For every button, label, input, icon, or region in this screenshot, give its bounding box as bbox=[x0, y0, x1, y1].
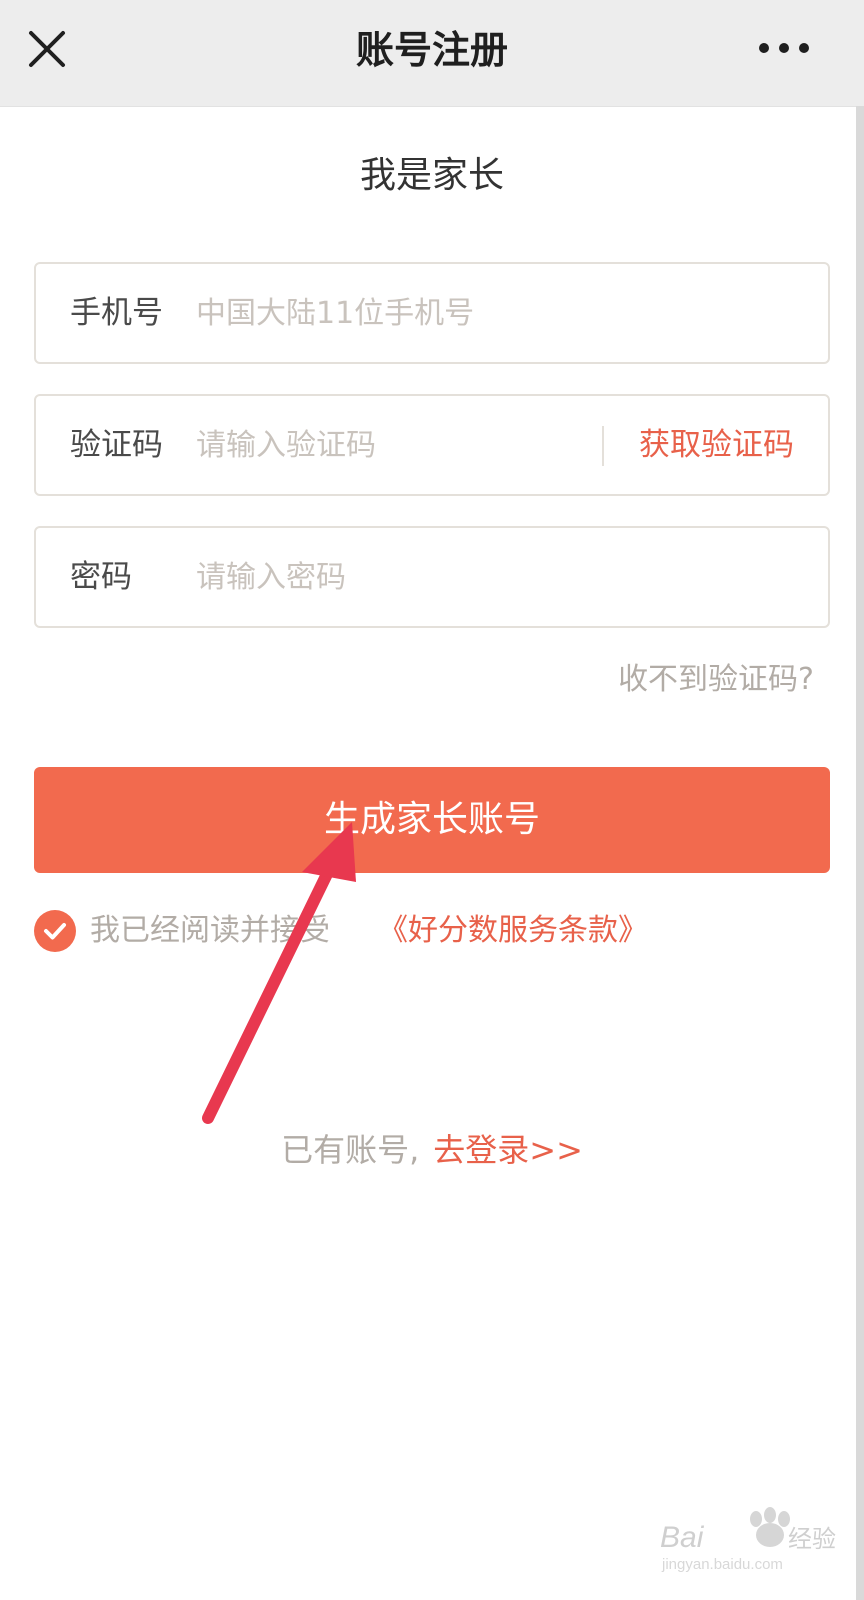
svg-text:Bai: Bai bbox=[660, 1521, 705, 1554]
top-navigation-bar: 账号注册 bbox=[0, 0, 864, 107]
page-title: 账号注册 bbox=[355, 28, 508, 72]
password-input[interactable] bbox=[196, 548, 796, 606]
create-parent-account-button[interactable]: 生成家长账号 bbox=[34, 767, 830, 873]
phone-field: 手机号 bbox=[34, 262, 830, 364]
agreement-checkbox[interactable] bbox=[34, 910, 76, 952]
field-divider bbox=[602, 426, 604, 466]
password-label: 密码 bbox=[70, 559, 132, 595]
login-prompt: 已有账号, 去登录>> bbox=[0, 1126, 864, 1174]
go-login-link[interactable]: 去登录>> bbox=[433, 1131, 583, 1169]
phone-input[interactable] bbox=[196, 284, 796, 342]
verification-code-field: 验证码 获取验证码 bbox=[34, 394, 830, 496]
no-code-help-link[interactable]: 收不到验证码? bbox=[618, 656, 814, 704]
page-edge-shadow bbox=[856, 106, 864, 1600]
verification-code-label: 验证码 bbox=[70, 427, 163, 463]
terms-of-service-link[interactable]: 《好分数服务条款》 bbox=[378, 908, 648, 954]
checkmark-icon bbox=[44, 923, 66, 940]
verification-code-input[interactable] bbox=[196, 416, 616, 474]
svg-text:jingyan.baidu.com: jingyan.baidu.com bbox=[661, 1556, 783, 1573]
get-code-button[interactable]: 获取验证码 bbox=[639, 396, 794, 494]
agreement-row: 我已经阅读并接受 《好分数服务条款》 bbox=[34, 908, 794, 954]
svg-text:经验: 经验 bbox=[788, 1525, 836, 1553]
more-options-button[interactable] bbox=[754, 30, 814, 70]
password-field: 密码 bbox=[34, 526, 830, 628]
more-dots-icon bbox=[759, 43, 809, 53]
phone-label: 手机号 bbox=[70, 295, 163, 331]
form-heading: 我是家长 bbox=[359, 155, 504, 196]
baidu-jingyan-watermark-logo: Bai 经验 jingyan.baidu.com bbox=[660, 1507, 836, 1573]
agreement-text: 我已经阅读并接受 bbox=[90, 913, 330, 948]
login-prompt-text: 已有账号, bbox=[281, 1131, 420, 1169]
